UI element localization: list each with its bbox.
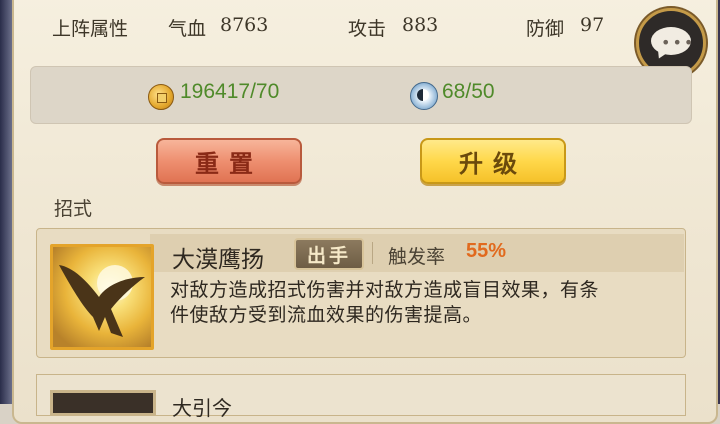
next-skill-icon[interactable] [50, 390, 156, 416]
deploy-stats-label: 上阵属性 [52, 18, 129, 40]
attack-label: 攻击 [348, 18, 387, 40]
attack-value: 883 [402, 14, 439, 36]
resource-box [30, 66, 692, 124]
defense-value: 97 [580, 14, 605, 36]
trigger-rate-label: 触发率 [388, 246, 446, 268]
skill-name: 大漠鹰扬 [172, 247, 264, 273]
eagle-icon[interactable] [50, 244, 154, 350]
skill-description: 对敌方造成招式伤害并对敌方造成盲目效果，有条件使敌方受到流血效果的伤害提高。 [170, 279, 600, 326]
ellipsis-icon: ••• [661, 33, 696, 52]
deploy-stats-row: 上阵属性 气血 8763 攻击 883 防御 97 [52, 14, 620, 40]
yin-yang-icon [410, 82, 438, 110]
spirit-value: 68/50 [442, 80, 495, 103]
skill-panel [12, 0, 718, 424]
hp-value: 8763 [220, 14, 269, 36]
trigger-rate-value: 55% [466, 240, 507, 262]
coin-value: 196417/70 [180, 80, 280, 103]
left-window-edge [0, 0, 12, 404]
header-divider [372, 242, 373, 264]
next-skill-name: 大引今 [172, 396, 232, 420]
hp-label: 气血 [168, 18, 207, 40]
skill-type-tag: 出手 [294, 238, 364, 270]
coin-icon [148, 84, 174, 110]
moves-section-label: 招式 [54, 198, 93, 220]
defense-label: 防御 [526, 18, 565, 40]
reset-button[interactable]: 重置 [156, 138, 302, 184]
upgrade-button[interactable]: 升级 [420, 138, 566, 184]
